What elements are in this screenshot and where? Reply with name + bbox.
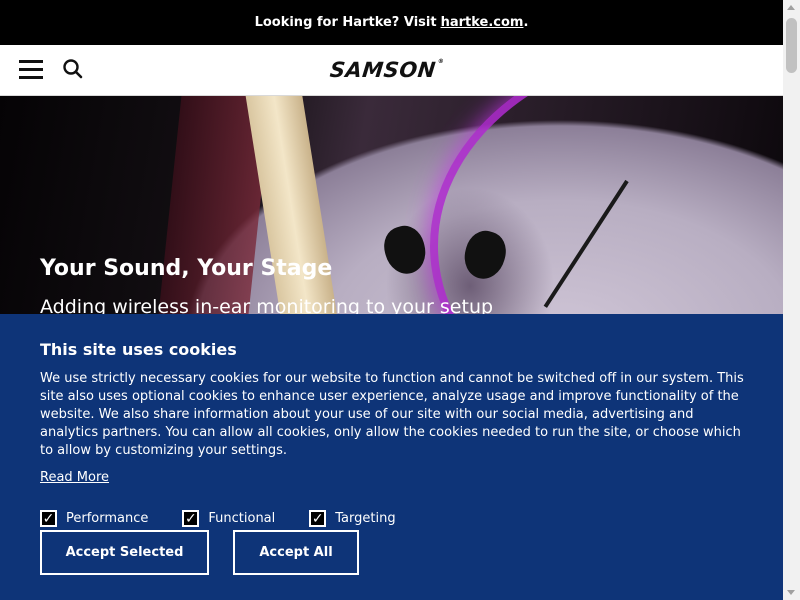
accept-selected-button[interactable]: Accept Selected — [40, 530, 209, 575]
option-label: Performance — [66, 511, 149, 526]
drum-rim-image — [430, 96, 783, 314]
hamburger-menu-icon[interactable] — [19, 60, 43, 82]
accept-all-button[interactable]: Accept All — [233, 530, 359, 575]
checkmark-icon[interactable]: ✓ — [182, 510, 200, 527]
logo-mark: ® — [437, 58, 445, 65]
samson-logo[interactable]: SAMSON® — [329, 58, 445, 82]
scroll-up-arrow-icon[interactable] — [787, 5, 795, 10]
option-label: Targeting — [335, 511, 396, 526]
option-performance[interactable]: ✓ Performance — [40, 510, 148, 527]
option-functional[interactable]: ✓ Functional — [182, 510, 275, 527]
cookie-options: ✓ Performance ✓ Functional ✓ Targeting — [40, 510, 430, 527]
earbud-image — [379, 221, 431, 279]
promo-suffix: . — [523, 15, 529, 30]
promo-banner: Looking for Hartke? Visit hartke.com . — [0, 0, 783, 45]
read-more-link[interactable]: Read More — [40, 470, 109, 485]
hero-title: Your Sound, Your Stage — [40, 256, 333, 281]
checkmark-icon[interactable]: ✓ — [40, 510, 57, 527]
hero-subtitle: Adding wireless in-ear monitoring to you… — [40, 296, 494, 314]
cookie-description: We use strictly necessary cookies for ou… — [40, 371, 744, 458]
logo-text: SAMSON — [328, 58, 438, 82]
cookie-title: This site uses cookies — [40, 340, 237, 359]
hartke-link[interactable]: hartke.com — [441, 15, 524, 30]
page-scrollbar[interactable] — [783, 0, 800, 600]
search-icon[interactable] — [61, 57, 85, 81]
scroll-down-arrow-icon[interactable] — [787, 590, 795, 595]
hero-banner[interactable]: Your Sound, Your Stage Adding wireless i… — [0, 96, 783, 314]
site-header: SAMSON® — [0, 45, 783, 96]
cookie-consent-panel: This site uses cookies We use strictly n… — [0, 314, 783, 600]
checkmark-icon[interactable]: ✓ — [309, 510, 327, 527]
scrollbar-thumb[interactable] — [786, 18, 797, 73]
option-targeting[interactable]: ✓ Targeting — [309, 510, 396, 527]
option-label: Functional — [208, 511, 276, 526]
promo-text: Looking for Hartke? Visit — [254, 15, 437, 30]
